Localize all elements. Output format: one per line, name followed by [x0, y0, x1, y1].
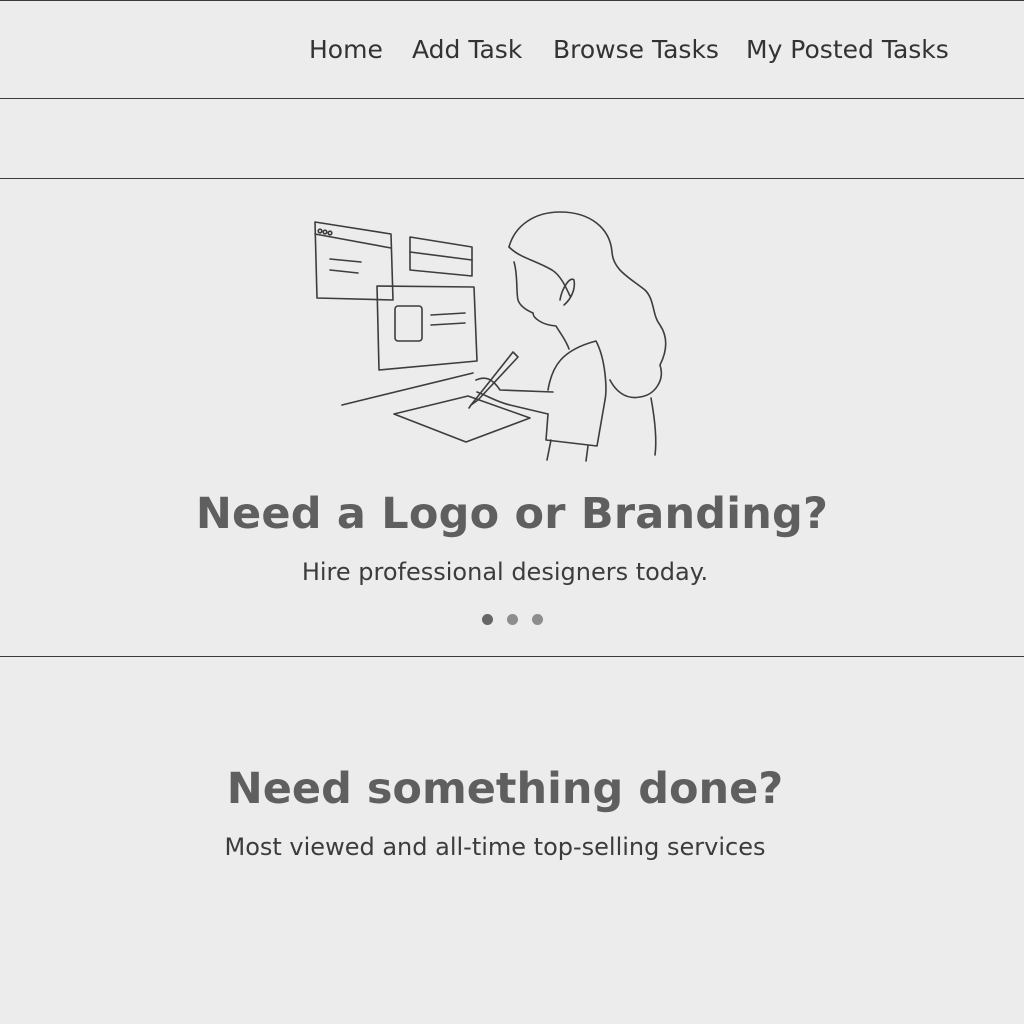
hero-title: Need a Logo or Branding? [195, 489, 829, 539]
nav-home-link[interactable]: Home [309, 34, 383, 66]
designer-illustration-icon [314, 211, 667, 462]
carousel-dot[interactable] [531, 614, 543, 625]
nav-browse-tasks-link[interactable]: Browse Tasks [553, 34, 719, 66]
section-title: Need something done? [226, 764, 784, 814]
nav-add-task-link[interactable]: Add Task [412, 34, 522, 66]
section-subtitle: Most viewed and all-time top-selling ser… [224, 833, 766, 861]
nav-my-posted-tasks-link[interactable]: My Posted Tasks [746, 34, 949, 66]
banner-strip [0, 100, 1024, 179]
carousel-dot[interactable] [481, 614, 493, 625]
hero-carousel: Need a Logo or Branding? Hire profession… [0, 180, 1024, 657]
carousel-indicator [0, 614, 1024, 626]
top-navbar: Home Add Task Browse Tasks My Posted Tas… [0, 0, 1024, 99]
carousel-dot[interactable] [506, 614, 518, 625]
hero-subtitle: Hire professional designers today. [301, 558, 709, 586]
